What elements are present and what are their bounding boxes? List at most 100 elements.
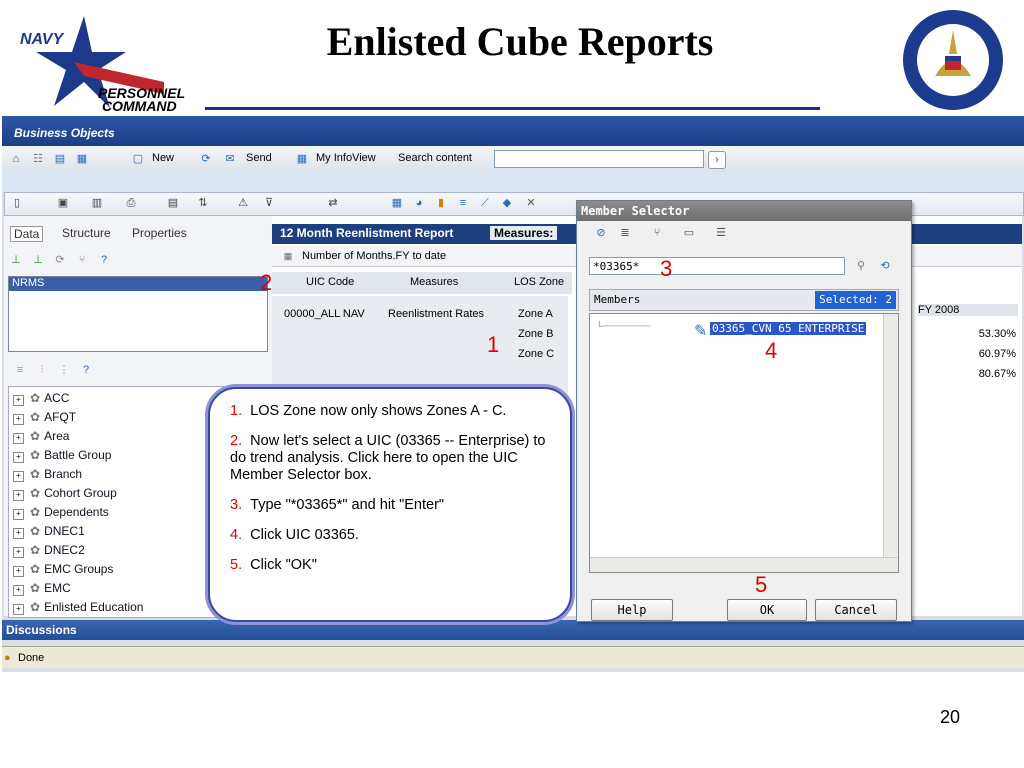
refresh-icon[interactable]: ⟳ — [198, 151, 214, 167]
step-marker-3: 3 — [660, 256, 673, 281]
tree-item[interactable]: + ✿ Cohort Group — [13, 486, 117, 501]
horizontal-bar-icon[interactable]: ≡ — [455, 195, 471, 211]
help-button[interactable]: Help — [591, 599, 673, 621]
member-icon[interactable]: ⫶ — [34, 362, 50, 378]
calculation-icon[interactable]: ▤ — [165, 195, 181, 211]
close-icon[interactable]: ✕ — [523, 195, 539, 211]
fy-header[interactable]: FY 2008 — [918, 304, 1018, 316]
tree-item[interactable]: + ✿ Area — [13, 429, 69, 444]
send-button[interactable]: Send — [246, 152, 272, 164]
infoview-toolbar: ⌂ ☷ ▤ ▦ ▢ New ⟳ ✉ Send ▦ My InfoView Sea… — [2, 146, 1024, 173]
refresh-cube-icon[interactable]: ⟳ — [52, 252, 68, 268]
tree-item[interactable]: + ✿ EMC Groups — [13, 562, 113, 577]
member-item-03365[interactable]: 03365_CVN 65 ENTERPRISE — [710, 322, 867, 335]
home-icon[interactable]: ⌂ — [8, 151, 24, 167]
member-display-icon[interactable]: ▭ — [681, 225, 697, 241]
tree-item[interactable]: + ✿ DNEC1 — [13, 524, 85, 539]
search-icon[interactable]: ⚲ — [853, 258, 869, 274]
filter-icon[interactable]: ⊽ — [261, 195, 277, 211]
tab-structure[interactable]: Structure — [62, 226, 111, 240]
tree-item[interactable]: + ✿ DNEC2 — [13, 543, 85, 558]
hierarchy-icon[interactable]: ⋮ — [56, 362, 72, 378]
axis-chip-measures[interactable]: Measures — [410, 276, 458, 288]
callout-step-4: 4. Click UIC 03365. — [230, 527, 359, 543]
zone-a-cell[interactable]: Zone A — [518, 308, 553, 320]
tree-item[interactable]: + ✿ Dependents — [13, 505, 109, 520]
status-bar: ● Done — [2, 646, 1024, 668]
ok-button[interactable]: OK — [727, 599, 807, 621]
tree-item[interactable]: + ✿ Branch — [13, 467, 82, 482]
tab-data[interactable]: Data — [10, 226, 44, 242]
export-icon[interactable]: ▥ — [89, 195, 105, 211]
zone-c-cell[interactable]: Zone C — [518, 348, 554, 360]
instruction-callout: 1. LOS Zone now only shows Zones A - C. … — [208, 387, 572, 622]
table-view-icon[interactable]: ▦ — [389, 195, 405, 211]
navy-personnel-command-logo: NAVY PERSONNEL COMMAND — [14, 12, 194, 114]
horizontal-scrollbar[interactable] — [590, 557, 898, 572]
select-options-icon[interactable]: ≣ — [617, 225, 633, 241]
row-uic-cell[interactable]: 00000_ALL NAV — [284, 308, 365, 320]
report-title[interactable]: 12 Month Reenlistment Report — [280, 226, 453, 240]
folder-icon[interactable]: ▤ — [52, 151, 68, 167]
save-icon[interactable]: ▣ — [55, 195, 71, 211]
my-infoview-icon[interactable]: ▦ — [294, 151, 310, 167]
pie-chart-icon[interactable]: ◕ — [411, 195, 427, 211]
status-text: Done — [18, 652, 45, 664]
list-options-icon[interactable]: ☰ — [713, 225, 729, 241]
business-objects-header: Business Objects — [2, 116, 1024, 146]
alert-icon[interactable]: ⚠ — [235, 195, 251, 211]
cancel-button[interactable]: Cancel — [815, 599, 897, 621]
zone-b-cell[interactable]: Zone B — [518, 328, 553, 340]
tree-item[interactable]: + ✿ ACC — [13, 391, 69, 406]
send-icon[interactable]: ✉ — [222, 151, 238, 167]
toggle-panel-icon[interactable]: ▯ — [9, 195, 25, 211]
members-label: Members — [594, 293, 641, 306]
clear-selection-icon[interactable]: ⊘ — [593, 225, 609, 241]
tree-item[interactable]: + ✿ AFQT — [13, 410, 76, 425]
sort-icon[interactable]: ⇅ — [195, 195, 211, 211]
fy-value-cell: 80.67% — [978, 368, 1016, 380]
tree-item[interactable]: + ✿ EMC — [13, 581, 71, 596]
axis-chip-uic-code[interactable]: UIC Code — [306, 276, 354, 288]
step-marker-5: 5 — [755, 572, 768, 597]
bar-chart-icon[interactable]: ▮ — [433, 195, 449, 211]
my-infoview-button[interactable]: My InfoView — [316, 152, 376, 164]
row-measure-cell[interactable]: Reenlistment Rates — [388, 308, 484, 320]
filter-label[interactable]: Number of Months.FY to date — [302, 250, 446, 262]
measures-tab[interactable]: Measures: — [490, 226, 558, 240]
remove-cube-icon[interactable]: ⊥ — [30, 252, 46, 268]
search-input[interactable] — [494, 150, 704, 168]
search-content-dropdown[interactable]: Search content — [398, 152, 472, 164]
line-chart-icon[interactable]: ⟋ — [477, 195, 493, 211]
help-icon-2[interactable]: ? — [78, 362, 94, 378]
member-search-input[interactable]: *03365* — [589, 257, 845, 275]
add-cube-icon[interactable]: ⊥ — [8, 252, 24, 268]
tree-item[interactable]: + ✿ Enlisted Education — [13, 600, 143, 615]
hierarchy-view-icon[interactable]: ⑂ — [649, 225, 665, 241]
search-go-icon[interactable]: › — [708, 151, 726, 169]
help-icon[interactable]: ? — [96, 252, 112, 268]
axis-chip-los-zone[interactable]: LOS Zone — [514, 276, 564, 288]
tab-properties[interactable]: Properties — [132, 226, 187, 240]
logo-command-text: COMMAND — [102, 98, 177, 112]
new-document-icon[interactable]: ▢ — [130, 151, 146, 167]
tree-icon[interactable]: ⑂ — [74, 252, 90, 268]
cube-item-nrms[interactable]: NRMS — [9, 277, 267, 291]
vertical-scrollbar[interactable] — [883, 314, 898, 572]
member-pencil-icon: ✎ — [694, 323, 708, 340]
callout-step-5: 5. Click "OK" — [230, 557, 317, 573]
list-view-icon[interactable]: ≡ — [12, 362, 28, 378]
search-options-icon[interactable]: ⟲ — [877, 258, 893, 274]
tree-item[interactable]: + ✿ Battle Group — [13, 448, 111, 463]
discussions-bar[interactable]: Discussions — [2, 620, 1024, 640]
toolbar-band — [2, 172, 1024, 192]
status-icon: ● — [4, 652, 11, 664]
page-number: 20 — [940, 707, 961, 727]
swap-axes-icon[interactable]: ⇄ — [325, 195, 341, 211]
view-icon[interactable]: ▦ — [74, 151, 90, 167]
document-list-icon[interactable]: ☷ — [30, 151, 46, 167]
chart-options-icon[interactable]: ◆ — [499, 195, 515, 211]
print-icon[interactable]: ⎙ — [123, 195, 139, 211]
new-button[interactable]: New — [152, 152, 174, 164]
row-axis-bar: UIC Code Measures LOS Zone — [272, 272, 572, 294]
